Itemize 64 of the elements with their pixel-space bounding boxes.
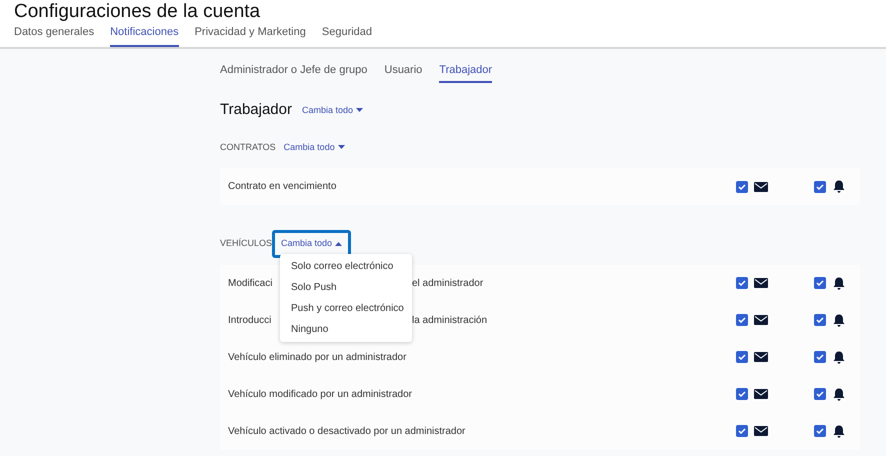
checkbox[interactable]: [736, 314, 748, 326]
checkbox[interactable]: [814, 388, 826, 400]
bell-icon: [832, 350, 846, 364]
checkbox[interactable]: [814, 314, 826, 326]
envelope-icon: [754, 315, 768, 325]
bell-icon: [832, 424, 846, 438]
checkmark-icon: [816, 391, 824, 397]
menu-item[interactable]: Push y correo electrónico: [280, 298, 412, 319]
checkbox[interactable]: [814, 351, 826, 363]
tab[interactable]: Usuario: [384, 62, 422, 83]
envelope-icon: [754, 278, 768, 288]
envelope-icon: [754, 352, 768, 362]
checkmark-icon: [738, 280, 746, 286]
notification-label: Vehículo modificado por un administrador: [228, 388, 412, 402]
checkmark-icon: [738, 317, 746, 323]
checkmark-icon: [738, 391, 746, 397]
section-heading: Trabajador: [220, 100, 292, 120]
page-title: Configuraciones de la cuenta: [14, 0, 262, 24]
checkbox[interactable]: [736, 351, 748, 363]
notification-label: Vehículo activado o desactivado por un administrador: [228, 424, 466, 438]
tab[interactable]: Trabajador: [439, 62, 492, 83]
caret-icon: [356, 108, 364, 112]
bell-icon: [832, 276, 846, 290]
checkmark-icon: [816, 428, 824, 434]
checkbox[interactable]: [814, 180, 826, 192]
caret-icon: [338, 145, 345, 150]
checkbox[interactable]: [736, 388, 748, 400]
tab[interactable]: Seguridad: [322, 24, 372, 46]
menu-item[interactable]: Solo Push: [280, 277, 412, 298]
change-all-dropdown[interactable]: Cambia todo: [284, 140, 345, 154]
checkbox[interactable]: [814, 425, 826, 437]
checkbox[interactable]: [736, 277, 748, 289]
tab[interactable]: Notificaciones: [110, 24, 179, 46]
change-all-dropdown[interactable]: Cambia todo: [302, 104, 364, 117]
checkbox[interactable]: [736, 180, 748, 192]
menu-item[interactable]: Ninguno: [280, 319, 412, 340]
checkmark-icon: [738, 428, 746, 434]
checkmark-icon: [738, 354, 746, 360]
checkmark-icon: [816, 354, 824, 360]
checkmark-icon: [816, 280, 824, 286]
checkbox[interactable]: [814, 277, 826, 289]
tab[interactable]: Privacidad y Marketing: [194, 24, 306, 46]
checkmark-icon: [738, 184, 746, 190]
tab[interactable]: Administrador o Jefe de grupo: [220, 62, 368, 83]
notification-label: Contrato en vencimiento: [228, 180, 336, 194]
section-label: CONTRATOS: [220, 140, 276, 154]
menu-item[interactable]: Solo correo electrónico: [280, 256, 412, 277]
notification-label: Modificaci: [228, 276, 272, 290]
notification-label: el administrador: [412, 276, 484, 290]
checkbox[interactable]: [736, 425, 748, 437]
caret-icon: [335, 242, 342, 246]
notification-label: la administración: [412, 314, 488, 328]
notification-label: Vehículo eliminado por un administrador: [228, 350, 406, 364]
bell-icon: [832, 180, 846, 193]
checkmark-icon: [816, 317, 824, 323]
section-label: VEHÍCULOS: [220, 237, 272, 250]
bell-icon: [832, 388, 846, 400]
envelope-icon: [754, 426, 768, 436]
bell-icon: [832, 314, 846, 326]
checkmark-icon: [816, 184, 824, 190]
tab[interactable]: Datos generales: [14, 24, 94, 46]
envelope-icon: [754, 182, 768, 192]
notification-label: Introducci: [228, 314, 272, 328]
envelope-icon: [754, 389, 768, 399]
